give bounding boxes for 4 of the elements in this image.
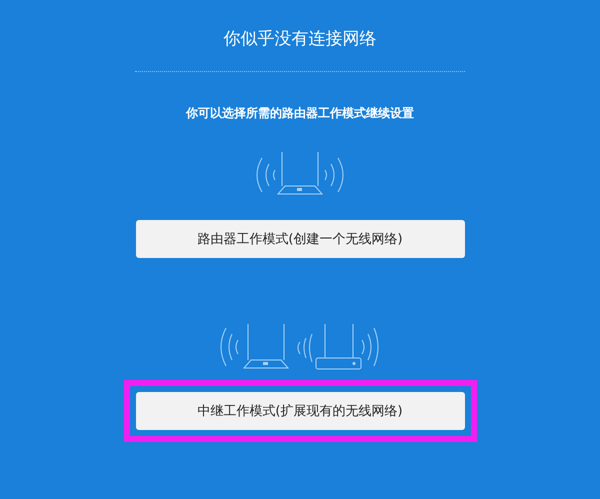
page-title: 你似乎没有连接网络 — [224, 28, 376, 51]
mode-button[interactable]: 中继工作模式(扩展现有的无线网络) — [136, 392, 464, 430]
mode-button[interactable]: 路由器工作模式(创建一个无线网络) — [136, 220, 464, 258]
instruction-text: 你可以选择所需的路由器工作模式继续设置 — [186, 105, 414, 122]
